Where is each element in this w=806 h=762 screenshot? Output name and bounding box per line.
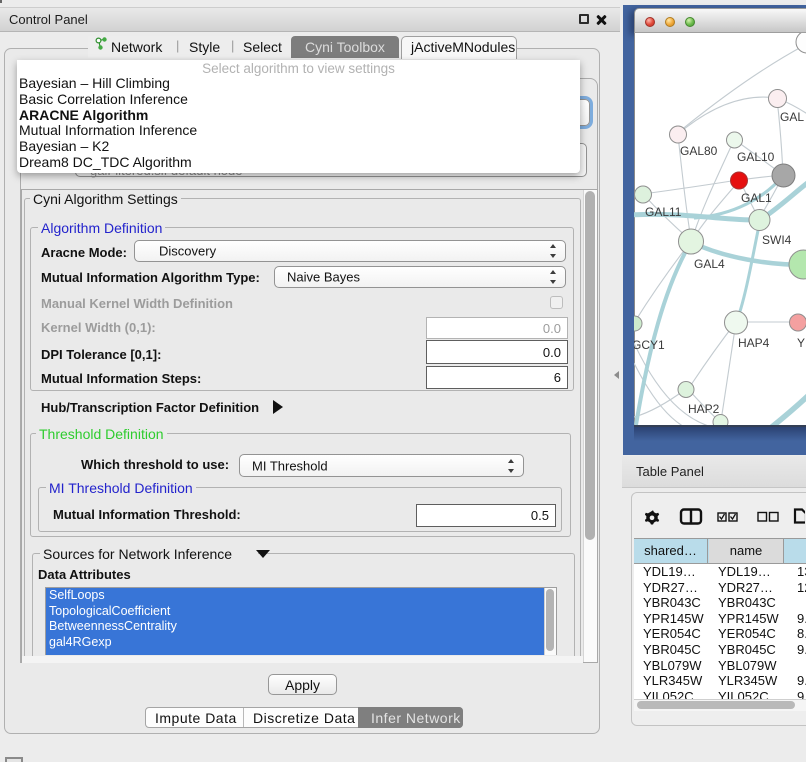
- svg-text:SWI4: SWI4: [762, 233, 792, 247]
- svg-text:GAL: GAL: [780, 110, 804, 124]
- svg-text:GAL11: GAL11: [645, 205, 682, 219]
- svg-text:GAL10: GAL10: [737, 150, 775, 164]
- svg-text:GAL4: GAL4: [694, 257, 725, 271]
- svg-text:GAL1: GAL1: [741, 191, 772, 205]
- svg-text:GCY1: GCY1: [634, 338, 665, 352]
- svg-text:Y: Y: [797, 336, 805, 350]
- svg-text:HAP2: HAP2: [688, 402, 720, 416]
- svg-text:HAP4: HAP4: [738, 336, 770, 350]
- svg-text:GAL80: GAL80: [680, 144, 718, 158]
